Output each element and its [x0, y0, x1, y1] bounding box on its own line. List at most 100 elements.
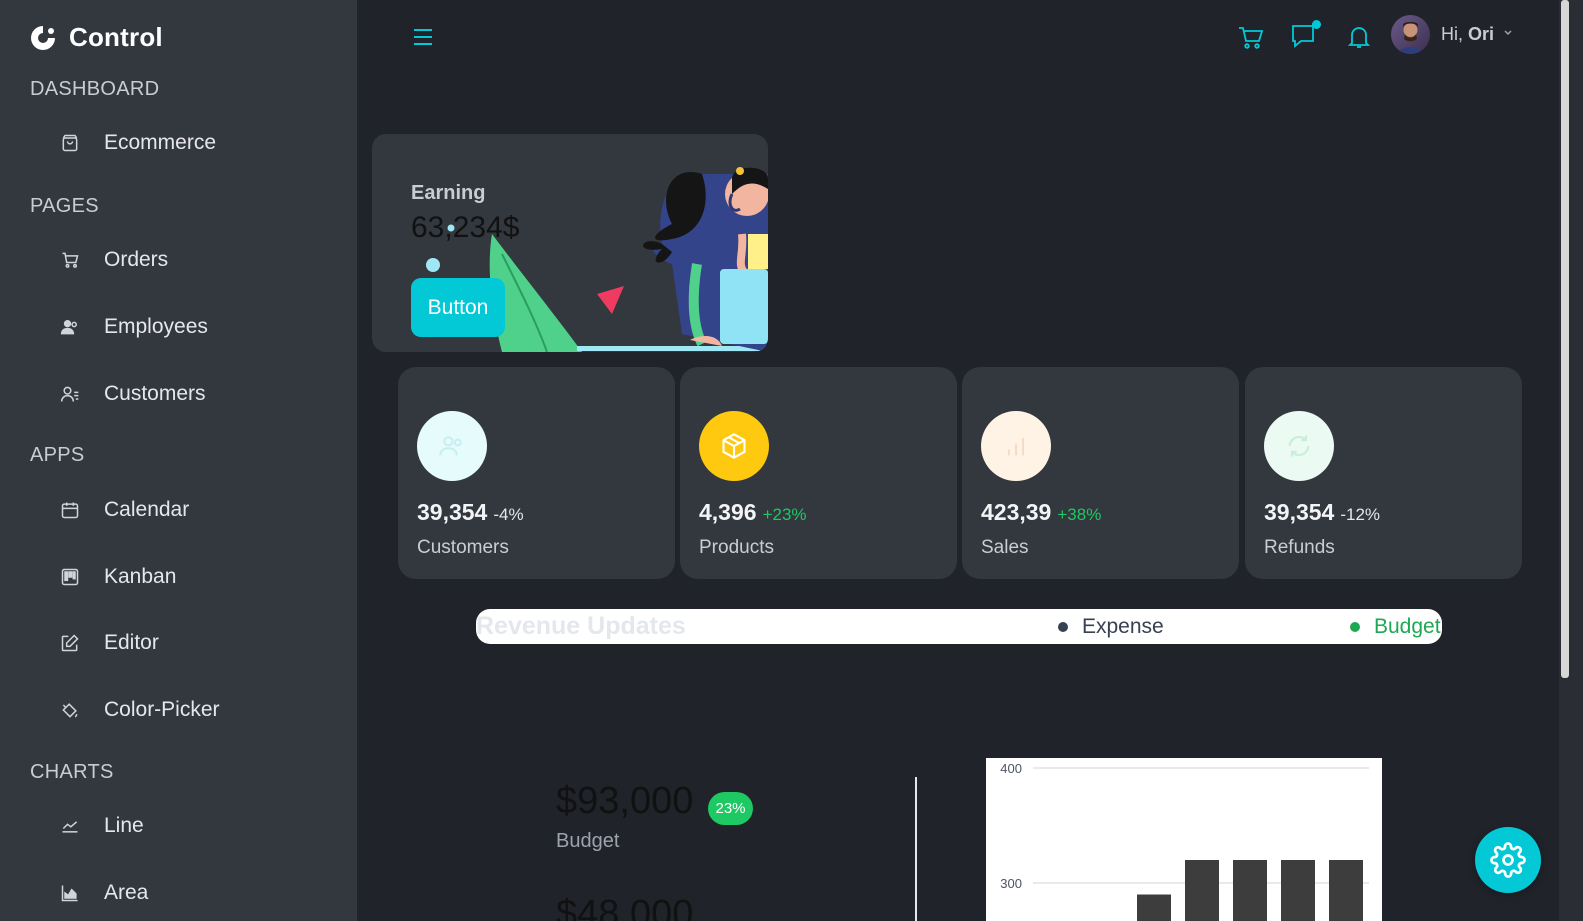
legend-budget-label: Budget — [1374, 615, 1441, 638]
card-value: 4,396 +23% — [699, 499, 807, 525]
greeting-text: Hi, — [1441, 24, 1463, 44]
sidebar-item-line[interactable]: Line — [60, 814, 144, 838]
refresh-icon — [1288, 435, 1310, 457]
cart-icon — [62, 252, 79, 268]
paint-bucket-icon — [62, 703, 78, 718]
y-tick-label: 300 — [1000, 876, 1022, 891]
stat-card-refunds: 39,354 -12% Refunds — [1245, 367, 1522, 579]
sidebar-item-label: Employees — [104, 315, 208, 338]
sidebar-item-label: Color-Picker — [104, 698, 220, 721]
earning-card: Earning 63,234$ Button — [372, 134, 768, 352]
card-percent: +38% — [1057, 505, 1102, 524]
chart-bar — [1281, 860, 1315, 921]
sidebar: Control DASHBOARD Ecommerce PAGES Orders… — [0, 0, 357, 921]
y-tick-label: 400 — [1000, 761, 1022, 776]
bar-chart-icon — [1007, 437, 1025, 456]
section-apps: APPS — [30, 444, 85, 466]
customers-icon-circle[interactable] — [417, 411, 487, 481]
cart-icon — [1239, 27, 1264, 49]
sidebar-item-calendar[interactable]: Calendar — [60, 498, 189, 522]
chart-bar — [1329, 860, 1363, 921]
stat-card-customers: 39,354 -4% Customers — [398, 367, 675, 579]
legend-expense-dot — [1058, 622, 1068, 632]
budget-label: Budget — [556, 830, 620, 852]
stat-card-products: 4,396 +23% Products — [680, 367, 957, 579]
legend-budget[interactable]: Budget — [1350, 615, 1441, 639]
legend-expense-label: Expense — [1082, 615, 1164, 638]
sidebar-item-area[interactable]: Area — [60, 881, 148, 905]
section-pages: PAGES — [30, 195, 99, 217]
scrollbar-thumb[interactable] — [1561, 0, 1569, 678]
refunds-icon-circle[interactable] — [1264, 411, 1334, 481]
line-chart-icon — [62, 821, 78, 833]
area-chart-icon — [61, 885, 78, 902]
hamburger-menu-icon[interactable] — [412, 26, 434, 48]
edit-icon — [61, 634, 79, 652]
user-greeting[interactable]: Hi, Ori — [1441, 24, 1494, 45]
sidebar-item-orders[interactable]: Orders — [60, 248, 168, 272]
notification-button[interactable] — [1345, 23, 1373, 51]
card-value: 39,354 -4% — [417, 499, 524, 525]
sidebar-item-editor[interactable]: Editor — [60, 631, 159, 655]
cart-button[interactable] — [1236, 23, 1264, 51]
shopping-bag-icon — [62, 134, 78, 152]
section-charts: CHARTS — [30, 761, 114, 783]
divider — [915, 777, 917, 921]
sidebar-item-label: Ecommerce — [104, 131, 217, 154]
sidebar-item-customers[interactable]: Customers — [60, 382, 206, 406]
sidebar-item-kanban[interactable]: Kanban — [60, 565, 176, 589]
earning-button[interactable]: Button — [411, 278, 505, 337]
chat-notification-dot — [1312, 20, 1321, 29]
brand-name: Control — [69, 22, 163, 52]
legend-budget-dot — [1350, 622, 1360, 632]
sales-icon-circle[interactable] — [981, 411, 1051, 481]
sidebar-item-label: Line — [104, 814, 144, 837]
avatar[interactable] — [1391, 15, 1430, 54]
revenue-title: Revenue Updates — [476, 612, 686, 640]
expense-value: $48,000 — [556, 893, 694, 921]
card-label: Products — [699, 537, 774, 558]
settings-button[interactable] — [1475, 827, 1541, 893]
revenue-header: Revenue Updates Expense Budget — [476, 609, 1442, 644]
user-avatar-icon — [1397, 22, 1424, 54]
card-percent: -12% — [1340, 505, 1381, 524]
card-value: 423,39 +38% — [981, 499, 1102, 525]
card-label: Refunds — [1264, 537, 1335, 558]
card-label: Sales — [981, 537, 1029, 558]
people-icon — [60, 320, 77, 335]
customers-icon — [60, 386, 79, 402]
user-name: Ori — [1468, 24, 1495, 44]
card-percent: +23% — [762, 505, 807, 524]
legend-expense[interactable]: Expense — [1058, 615, 1164, 639]
sidebar-item-employees[interactable]: Employees — [60, 315, 208, 339]
kanban-icon — [61, 568, 79, 586]
brand-logo-icon — [31, 25, 55, 50]
sidebar-item-label: Area — [104, 881, 149, 904]
revenue-bar-chart: 400 300 — [986, 758, 1382, 921]
bell-icon — [1347, 27, 1371, 48]
budget-value: $93,000 — [556, 780, 694, 822]
sidebar-item-label: Editor — [104, 631, 159, 654]
chart-bar — [1137, 894, 1171, 921]
brand[interactable]: Control — [29, 22, 163, 53]
card-label: Customers — [417, 537, 509, 558]
stat-card-sales: 423,39 +38% Sales — [962, 367, 1239, 579]
box-icon — [722, 433, 746, 459]
chart-bar — [1185, 860, 1219, 921]
card-value: 39,354 -12% — [1264, 499, 1381, 525]
customers-icon — [439, 436, 462, 456]
sidebar-item-ecommerce[interactable]: Ecommerce — [60, 131, 216, 155]
sidebar-item-label: Calendar — [104, 498, 190, 521]
budget-badge: 23% — [708, 792, 753, 825]
earning-label: Earning — [411, 182, 486, 204]
card-percent: -4% — [493, 505, 524, 524]
section-dashboard: DASHBOARD — [30, 78, 160, 100]
sidebar-item-label: Kanban — [104, 565, 177, 588]
chart-bar — [1233, 860, 1267, 921]
earning-value: 63,234$ — [411, 211, 520, 244]
sidebar-item-color-picker[interactable]: Color-Picker — [60, 698, 220, 722]
sidebar-item-label: Orders — [104, 248, 169, 271]
sidebar-item-label: Customers — [104, 382, 206, 405]
chevron-down-icon[interactable] — [1503, 28, 1513, 38]
products-icon-circle[interactable] — [699, 411, 769, 481]
